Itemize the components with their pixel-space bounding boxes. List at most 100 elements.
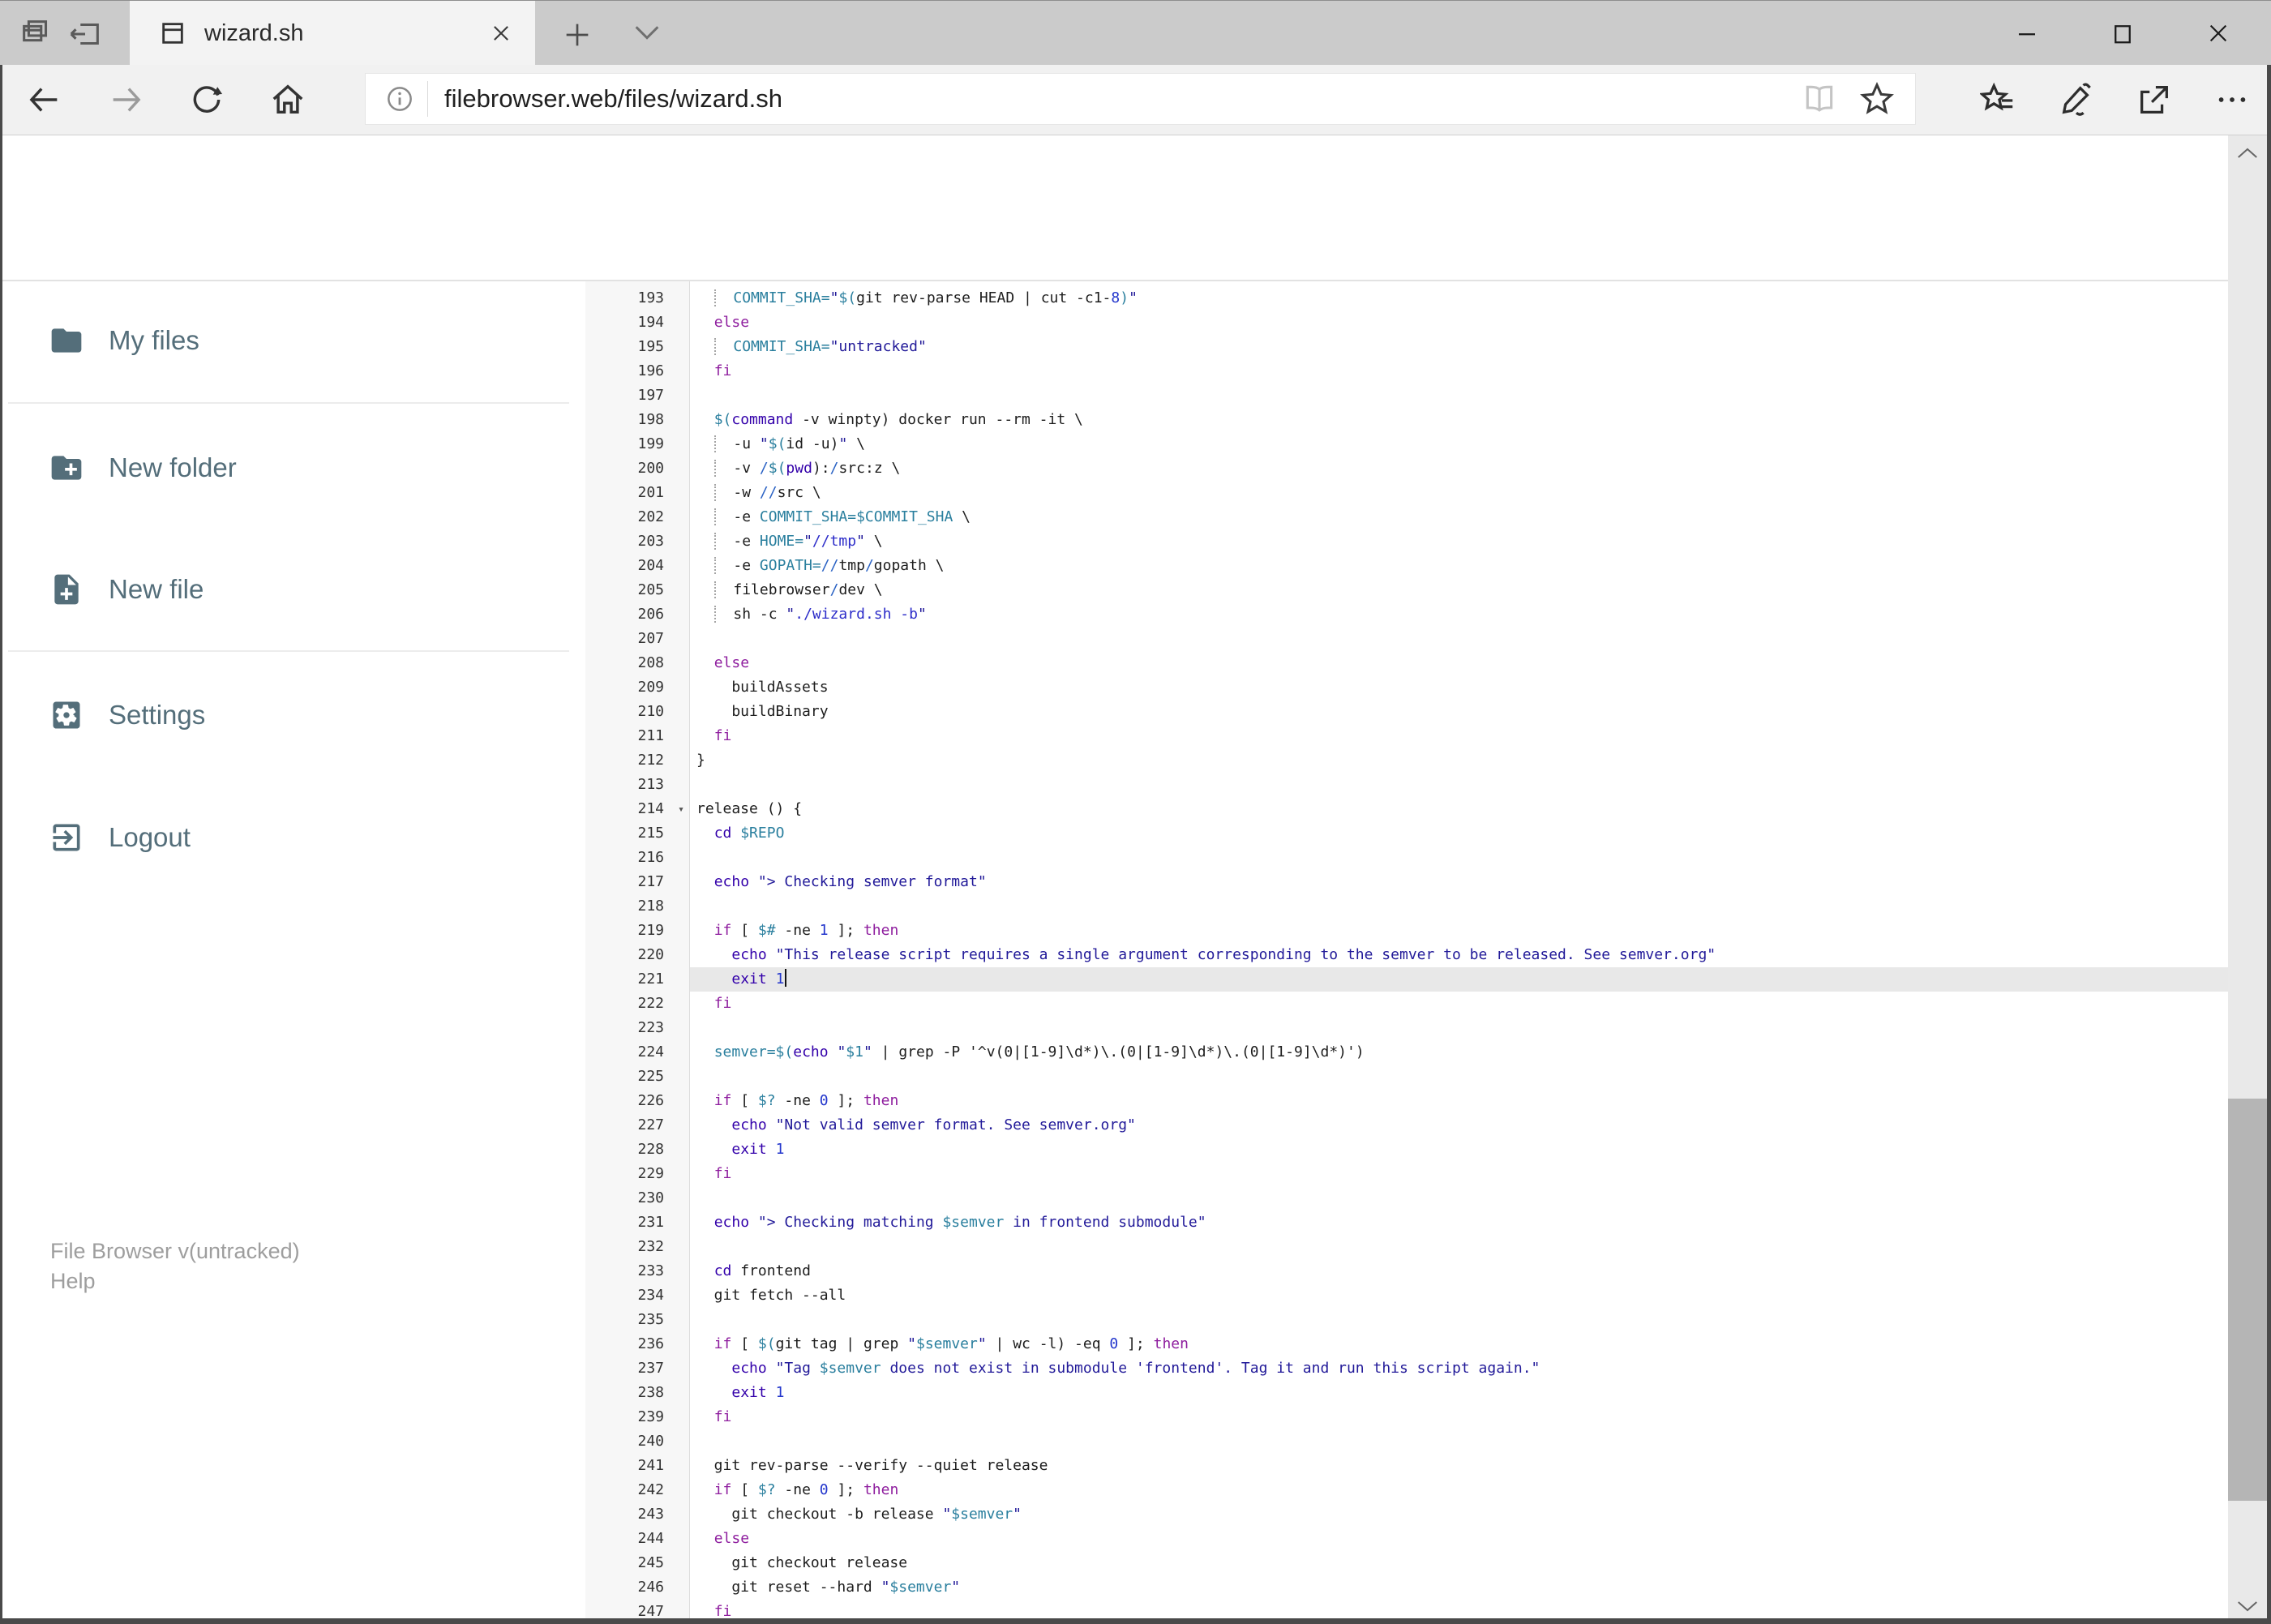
refresh-button[interactable]: [170, 65, 243, 135]
code-line[interactable]: 212}: [585, 748, 2228, 773]
url-text[interactable]: filebrowser.web/files/wizard.sh: [444, 84, 1802, 114]
sidebar-item-new-folder[interactable]: New folder: [0, 434, 585, 502]
hub-favorites-icon[interactable]: [1960, 65, 2037, 135]
forward-button[interactable]: [89, 65, 162, 135]
code-line[interactable]: 245 git checkout release: [585, 1551, 2228, 1575]
code-line[interactable]: 226 if [ $? -ne 0 ]; then: [585, 1089, 2228, 1113]
sidebar-item-logout[interactable]: Logout: [0, 803, 585, 872]
code-line[interactable]: 220 echo "This release script requires a…: [585, 943, 2228, 967]
scrollbar-thumb[interactable]: [2228, 1099, 2267, 1501]
code-line[interactable]: 207: [585, 627, 2228, 651]
code-line[interactable]: 228 exit 1: [585, 1138, 2228, 1162]
code-line[interactable]: 243 git checkout -b release "$semver": [585, 1502, 2228, 1527]
code-line[interactable]: 224 semver=$(echo "$1" | grep -P '^v(0|[…: [585, 1040, 2228, 1065]
code-line[interactable]: 202 -e COMMIT_SHA=$COMMIT_SHA \: [585, 505, 2228, 529]
minimize-button[interactable]: [1979, 1, 2075, 66]
code-line[interactable]: 232: [585, 1235, 2228, 1259]
code-line[interactable]: 219 if [ $# -ne 1 ]; then: [585, 919, 2228, 943]
code-line[interactable]: 235: [585, 1308, 2228, 1332]
code-line[interactable]: 203 -e HOME="//tmp" \: [585, 529, 2228, 554]
code-line[interactable]: 242 if [ $? -ne 0 ]; then: [585, 1478, 2228, 1502]
code-line[interactable]: 234 git fetch --all: [585, 1283, 2228, 1308]
code-line[interactable]: 244 else: [585, 1527, 2228, 1551]
site-info-icon[interactable]: [383, 83, 416, 115]
code-line[interactable]: 236 if [ $(git tag | grep "$semver" | wc…: [585, 1332, 2228, 1356]
line-number: 240: [585, 1429, 690, 1454]
code-line[interactable]: 199 -u "$(id -u)" \: [585, 432, 2228, 456]
tab-preview-icon[interactable]: [18, 15, 55, 53]
url-field[interactable]: filebrowser.web/files/wizard.sh: [365, 73, 1916, 125]
sidebar-footer: File Browser v(untracked) Help: [50, 1236, 300, 1296]
code-line[interactable]: 211 fi: [585, 724, 2228, 748]
favorite-star-icon[interactable]: [1858, 80, 1896, 118]
close-window-button[interactable]: [2170, 1, 2266, 66]
tab-list-chevron-icon[interactable]: [631, 22, 666, 46]
code-line[interactable]: 206 sh -c "./wizard.sh -b": [585, 602, 2228, 627]
code-line[interactable]: 200 -v /$(pwd):/src:z \: [585, 456, 2228, 481]
line-number: 239: [585, 1405, 690, 1429]
code-line[interactable]: 208 else: [585, 651, 2228, 675]
help-link[interactable]: Help: [50, 1266, 300, 1296]
code-line[interactable]: 218: [585, 894, 2228, 919]
maximize-button[interactable]: [2075, 1, 2170, 66]
code-line[interactable]: 214 ▾ release () {: [585, 797, 2228, 821]
code-line[interactable]: 216: [585, 846, 2228, 870]
code-line[interactable]: 225: [585, 1065, 2228, 1089]
code-line[interactable]: 246 git reset --hard "$semver": [585, 1575, 2228, 1600]
code-line[interactable]: 241 git rev-parse --verify --quiet relea…: [585, 1454, 2228, 1478]
code-line[interactable]: 204 -e GOPATH=//tmp/gopath \: [585, 554, 2228, 578]
address-bar: filebrowser.web/files/wizard.sh: [0, 65, 2271, 135]
set-tabs-aside-icon[interactable]: [66, 15, 104, 53]
code-line[interactable]: 205 filebrowser/dev \: [585, 578, 2228, 602]
code-line[interactable]: 194 else: [585, 311, 2228, 335]
line-number: 233: [585, 1259, 690, 1283]
code-line[interactable]: 197: [585, 384, 2228, 408]
scroll-up-icon[interactable]: [2228, 135, 2267, 171]
settings-gear-icon: [53, 701, 80, 729]
line-number: 226: [585, 1089, 690, 1113]
browser-window: wizard.sh filebrowser.web/files/wizard.s…: [0, 0, 2271, 1624]
code-line[interactable]: 247 fi: [585, 1600, 2228, 1618]
code-line[interactable]: 238 exit 1: [585, 1381, 2228, 1405]
line-number: 209: [585, 675, 690, 700]
fold-arrow-icon[interactable]: ▾: [678, 798, 684, 822]
code-line[interactable]: 237 echo "Tag $semver does not exist in …: [585, 1356, 2228, 1381]
sidebar-item-new-file[interactable]: New file: [0, 555, 585, 623]
line-number: 232: [585, 1235, 690, 1259]
code-line[interactable]: 231 echo "> Checking matching $semver in…: [585, 1211, 2228, 1235]
home-button[interactable]: [251, 65, 324, 135]
code-line[interactable]: 201 -w //src \: [585, 481, 2228, 505]
code-line[interactable]: 239 fi: [585, 1405, 2228, 1429]
sidebar-item-my-files[interactable]: My files: [0, 306, 585, 375]
code-line[interactable]: 227 echo "Not valid semver format. See s…: [585, 1113, 2228, 1138]
code-editor[interactable]: 192 if [ -d ".git" ]; then193 COMMIT_SHA…: [585, 281, 2228, 1618]
code-line[interactable]: 215 cd $REPO: [585, 821, 2228, 846]
sidebar-item-label: Logout: [109, 822, 191, 852]
code-line[interactable]: 240: [585, 1429, 2228, 1454]
code-line[interactable]: 223: [585, 1016, 2228, 1040]
tab-wizard-sh[interactable]: wizard.sh: [130, 1, 535, 66]
code-line[interactable]: 195 COMMIT_SHA="untracked": [585, 335, 2228, 359]
share-page-icon[interactable]: [2115, 65, 2193, 135]
code-line[interactable]: 217 echo "> Checking semver format": [585, 870, 2228, 894]
back-button[interactable]: [8, 65, 81, 135]
code-line[interactable]: 221 exit 1: [585, 967, 2228, 992]
new-tab-button[interactable]: [561, 19, 597, 48]
vertical-scrollbar[interactable]: [2228, 135, 2267, 1624]
web-note-pen-icon[interactable]: [2037, 65, 2115, 135]
code-line[interactable]: 210 buildBinary: [585, 700, 2228, 724]
line-number: 221: [585, 967, 690, 992]
code-line[interactable]: 209 buildAssets: [585, 675, 2228, 700]
sidebar-item-settings[interactable]: Settings: [0, 681, 585, 749]
code-line[interactable]: 193 COMMIT_SHA="$(git rev-parse HEAD | c…: [585, 286, 2228, 311]
tab-close-icon[interactable]: [490, 22, 512, 45]
reading-view-icon[interactable]: [1802, 81, 1837, 117]
code-line[interactable]: 230: [585, 1186, 2228, 1211]
code-line[interactable]: 213: [585, 773, 2228, 797]
code-line[interactable]: 233 cd frontend: [585, 1259, 2228, 1283]
code-line[interactable]: 198 $(command -v winpty) docker run --rm…: [585, 408, 2228, 432]
code-line[interactable]: 196 fi: [585, 359, 2228, 384]
code-line[interactable]: 222 fi: [585, 992, 2228, 1016]
more-options-icon[interactable]: [2193, 65, 2271, 135]
code-line[interactable]: 229 fi: [585, 1162, 2228, 1186]
